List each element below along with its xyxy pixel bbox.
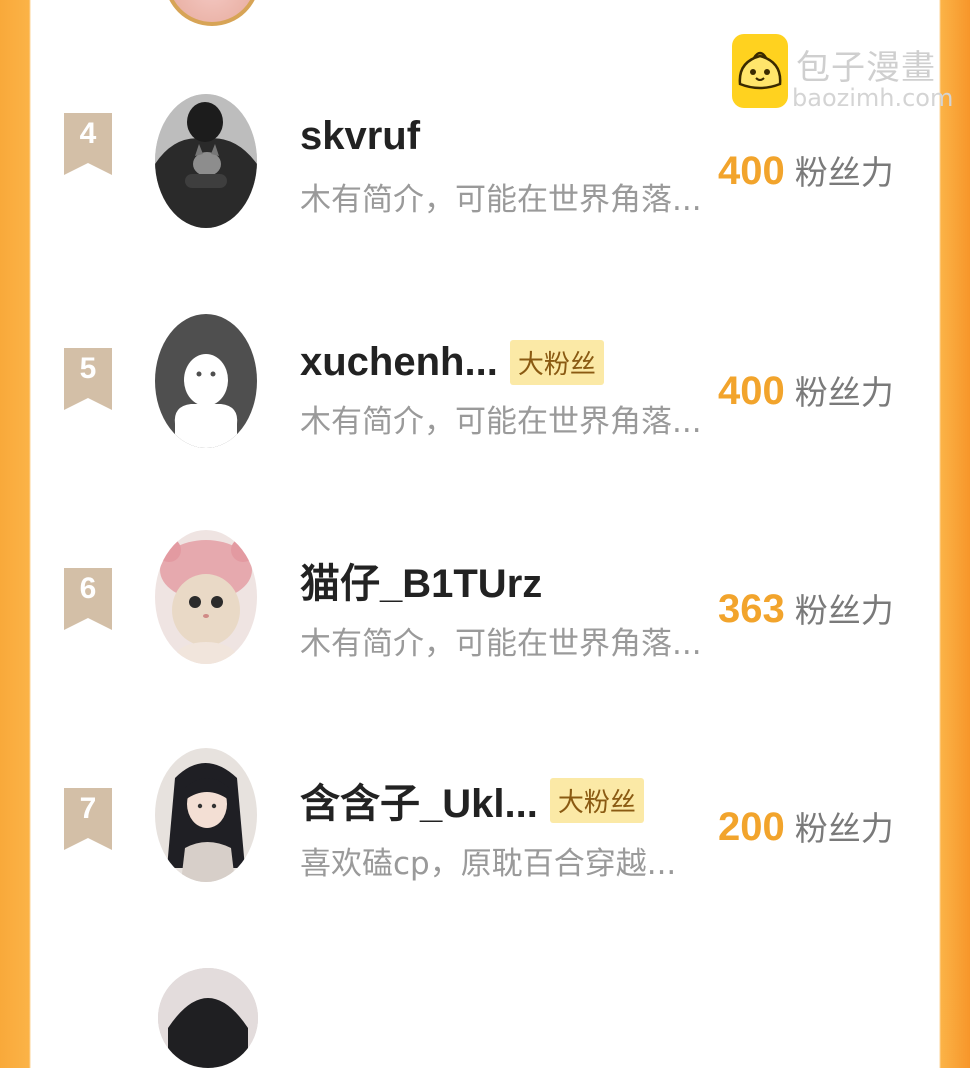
bio-text: 喜欢磕cp，原耽百合穿越... [300,846,677,882]
username[interactable]: xuchenh... [300,340,498,385]
fan-power: 400 粉丝力 [718,366,894,414]
fan-power-label: 粉丝力 [794,809,894,848]
avatar[interactable] [155,748,257,882]
bio-text: 木有简介，可能在世界角落... [300,626,702,662]
list-item[interactable]: 5 xuchenh... 大粉丝 木有简介，可能在世界角落... 400 粉丝力 [0,310,970,460]
fan-power-label: 粉丝力 [794,373,894,412]
name-line: 猫仔_B1TUrz [300,552,542,608]
list-item[interactable]: 6 猫仔_B1TUrz 木有简介，可能在世界角落... 363 粉丝力 [0,530,970,680]
list-item[interactable]: 4 skvruf 木有简介，可能在世界角落... 400 粉丝力 [0,94,970,244]
fan-power: 363 粉丝力 [718,584,894,632]
name-line: skvruf [300,108,420,164]
bio-text: 木有简介，可能在世界角落... [300,404,702,440]
avatar[interactable] [155,530,257,664]
rank-number: 6 [79,572,97,605]
fan-power: 200 粉丝力 [718,802,894,850]
name-line: 含含子_Ukl... 大粉丝 [300,772,644,828]
username[interactable]: skvruf [300,114,420,159]
fan-power-value: 200 [718,805,785,849]
name-line: xuchenh... 大粉丝 [300,334,604,390]
fan-power-value: 363 [718,587,785,631]
rank-badge: 5 [64,348,112,410]
rank-number: 7 [79,792,97,825]
fan-power-label: 粉丝力 [794,591,894,630]
bio-text: 木有简介，可能在世界角落... [300,182,702,218]
fan-power-value: 400 [718,149,785,193]
big-fan-badge: 大粉丝 [549,777,644,823]
list-item[interactable]: 7 含含子_Ukl... 大粉丝 喜欢磕cp，原耽百合穿越... 200 粉丝力 [0,748,970,900]
rank-number: 4 [79,117,97,150]
fan-power-value: 400 [718,369,785,413]
rank-badge: 7 [64,788,112,850]
rank-badge: 4 [64,113,112,175]
big-fan-badge: 大粉丝 [509,339,604,385]
username[interactable]: 含含子_Ukl... [300,771,538,829]
fan-power: 400 粉丝力 [718,146,894,194]
fan-power-label: 粉丝力 [794,153,894,192]
username[interactable]: 猫仔_B1TUrz [300,551,542,609]
watermark-title: 包子漫畫 [796,48,936,88]
rank-number: 5 [79,352,97,385]
avatar[interactable] [155,94,257,228]
avatar[interactable] [158,968,258,1068]
rank-badge: 6 [64,568,112,630]
avatar[interactable] [155,314,257,448]
